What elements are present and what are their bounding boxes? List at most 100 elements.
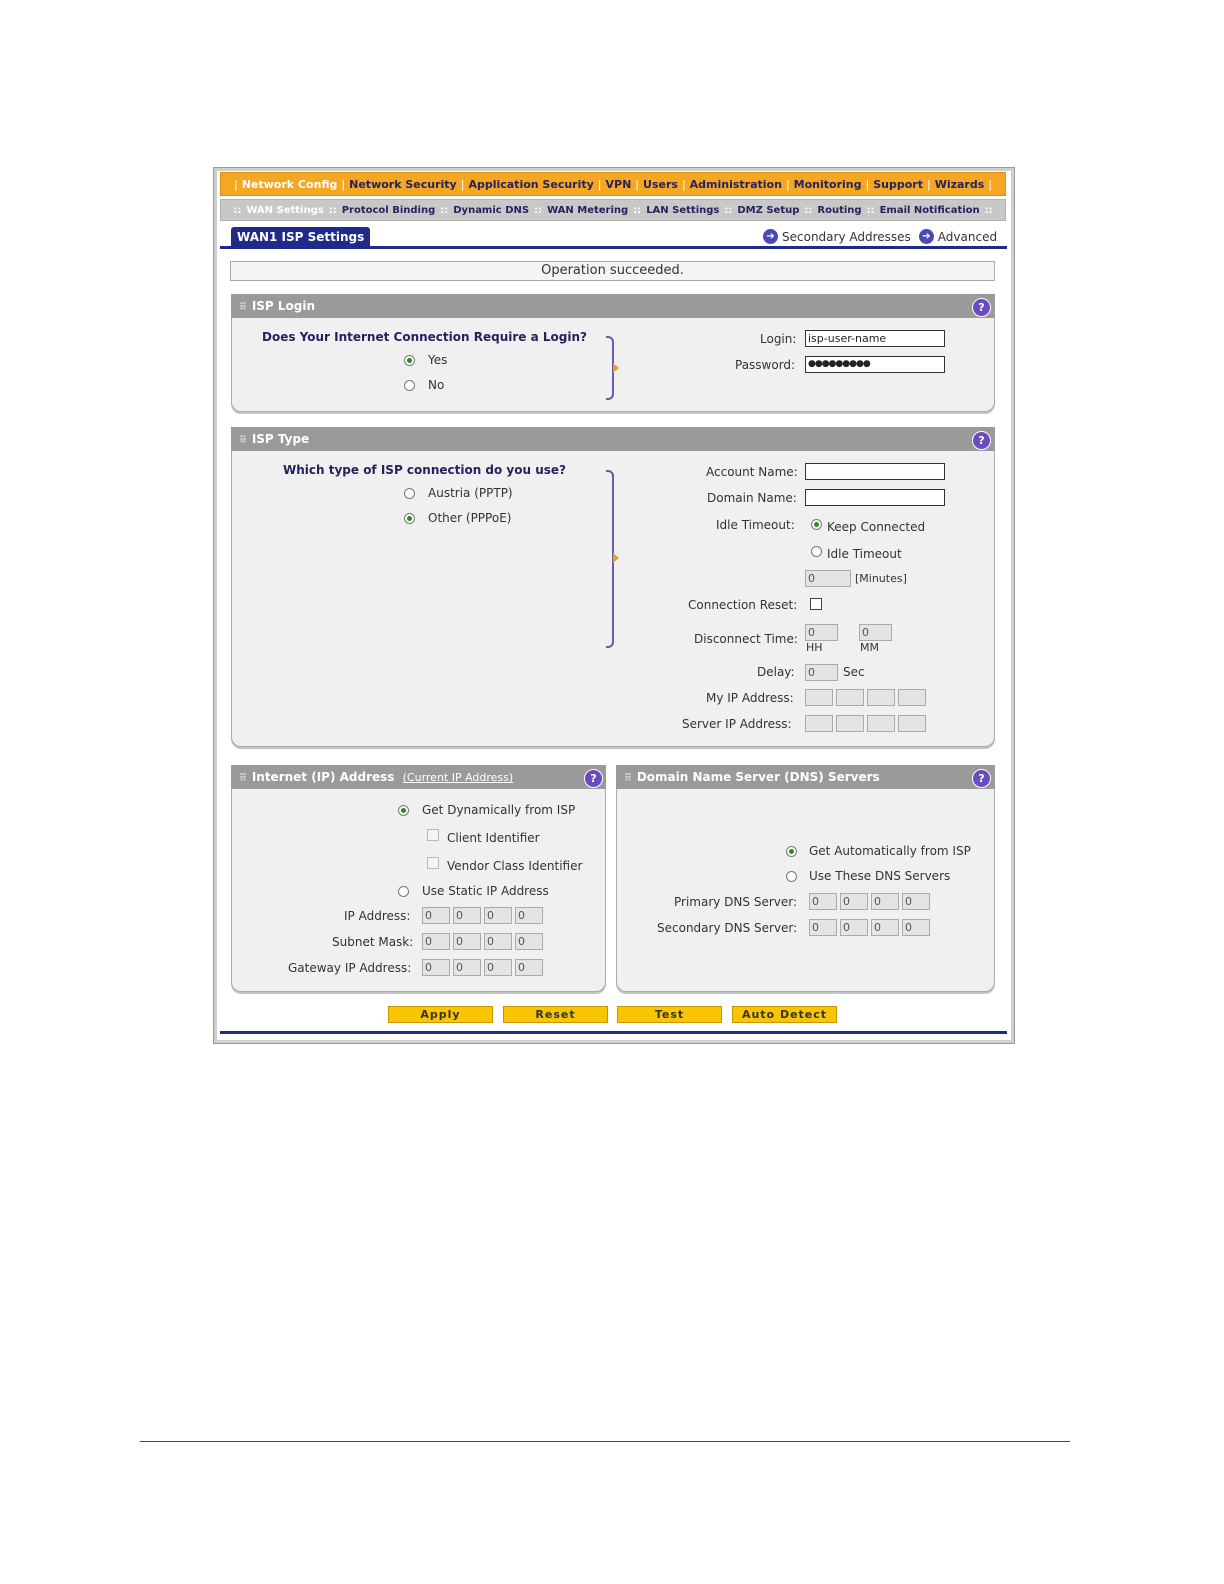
nav-application-security[interactable]: Application Security — [468, 178, 593, 191]
idle-timeout-radio[interactable] — [811, 546, 822, 557]
auto-detect-button[interactable]: Auto Detect — [732, 1006, 837, 1023]
status-message: Operation succeeded. — [230, 261, 995, 281]
secondary-dns-octet-1[interactable]: 0 — [809, 919, 837, 936]
idle-minutes-input[interactable]: 0 — [805, 570, 851, 587]
vendor-class-checkbox[interactable] — [427, 857, 439, 869]
my-ip-octet-2[interactable] — [836, 689, 864, 706]
login-yes-radio[interactable] — [404, 355, 415, 366]
subnav-email-notification[interactable]: Email Notification — [880, 205, 980, 216]
secondary-dns-octet-2[interactable]: 0 — [840, 919, 868, 936]
primary-dns-octet-4[interactable]: 0 — [902, 893, 930, 910]
nav-users[interactable]: Users — [643, 178, 678, 191]
subnet-octet-3[interactable]: 0 — [484, 933, 512, 950]
grip-icon: ⠿ — [239, 773, 247, 784]
tab-wan1-isp-settings[interactable]: WAN1 ISP Settings — [231, 227, 371, 248]
login-no-radio[interactable] — [404, 380, 415, 391]
my-ip-octet-1[interactable] — [805, 689, 833, 706]
tab-underline — [220, 246, 1007, 249]
grip-icon: ⠿ — [624, 773, 632, 784]
connection-reset-label: Connection Reset: — [688, 598, 798, 612]
subnav-protocol-binding[interactable]: Protocol Binding — [342, 205, 436, 216]
delay-input[interactable]: 0 — [805, 664, 838, 681]
help-icon[interactable]: ? — [972, 769, 991, 788]
subnet-octet-2[interactable]: 0 — [453, 933, 481, 950]
domain-name-input[interactable] — [805, 489, 945, 506]
my-ip-octet-4[interactable] — [898, 689, 926, 706]
subnav-dynamic-dns[interactable]: Dynamic DNS — [453, 205, 529, 216]
keep-connected-radio[interactable] — [811, 519, 822, 530]
gateway-octet-2[interactable]: 0 — [453, 959, 481, 976]
nav-network-security[interactable]: Network Security — [349, 178, 457, 191]
server-ip-octet-3[interactable] — [867, 715, 895, 732]
nav-monitoring[interactable]: Monitoring — [794, 178, 862, 191]
advanced-link[interactable]: Advanced — [938, 230, 997, 244]
minutes-unit: [Minutes] — [855, 572, 907, 585]
password-input[interactable]: ●●●●●●●●● — [805, 356, 945, 373]
subnav-lan-settings[interactable]: LAN Settings — [646, 205, 719, 216]
connection-reset-checkbox[interactable] — [810, 598, 822, 610]
subnav-routing[interactable]: Routing — [817, 205, 861, 216]
secondary-dns-octet-3[interactable]: 0 — [871, 919, 899, 936]
dns-manual-label: Use These DNS Servers — [809, 869, 951, 883]
dns-auto-label: Get Automatically from ISP — [809, 844, 971, 858]
dns-manual-radio[interactable] — [786, 871, 797, 882]
help-icon[interactable]: ? — [972, 298, 991, 317]
ip-address-label: IP Address: — [344, 909, 411, 923]
ip-octet-3[interactable]: 0 — [484, 907, 512, 924]
my-ip-octet-3[interactable] — [867, 689, 895, 706]
primary-dns-octet-1[interactable]: 0 — [809, 893, 837, 910]
secondary-dns-octet-4[interactable]: 0 — [902, 919, 930, 936]
isp-type-header: ⠿ ISP Type — [231, 427, 995, 451]
gateway-octet-3[interactable]: 0 — [484, 959, 512, 976]
arrow-right-icon — [613, 363, 619, 373]
subnav-wan-settings[interactable]: WAN Settings — [246, 205, 323, 216]
reset-button[interactable]: Reset — [503, 1006, 608, 1023]
nav-wizards[interactable]: Wizards — [935, 178, 985, 191]
isp-type-question: Which type of ISP connection do you use? — [283, 463, 567, 477]
nav-administration[interactable]: Administration — [690, 178, 782, 191]
keep-connected-label: Keep Connected — [827, 520, 926, 534]
current-ip-link[interactable]: (Current IP Address) — [403, 771, 514, 784]
nav-network-config[interactable]: Network Config — [242, 178, 338, 191]
subnet-octet-4[interactable]: 0 — [515, 933, 543, 950]
austria-pptp-radio[interactable] — [404, 488, 415, 499]
server-ip-octet-1[interactable] — [805, 715, 833, 732]
subnav-wan-metering[interactable]: WAN Metering — [547, 205, 628, 216]
dns-title: Domain Name Server (DNS) Servers — [636, 770, 880, 784]
apply-button[interactable]: Apply — [388, 1006, 493, 1023]
disconnect-hh-input[interactable]: 0 — [805, 624, 838, 641]
ip-octet-2[interactable]: 0 — [453, 907, 481, 924]
sub-nav: :: WAN Settings:: Protocol Binding:: Dyn… — [220, 199, 1006, 221]
gateway-octet-1[interactable]: 0 — [422, 959, 450, 976]
other-pppoe-radio[interactable] — [404, 513, 415, 524]
server-ip-octet-2[interactable] — [836, 715, 864, 732]
login-yes-label: Yes — [428, 353, 448, 367]
test-button[interactable]: Test — [617, 1006, 722, 1023]
ip-octet-1[interactable]: 0 — [422, 907, 450, 924]
subnet-octet-1[interactable]: 0 — [422, 933, 450, 950]
dns-auto-radio[interactable] — [786, 846, 797, 857]
arrow-right-icon: ➔ — [918, 229, 934, 244]
ip-octet-4[interactable]: 0 — [515, 907, 543, 924]
login-input[interactable]: isp-user-name — [805, 330, 945, 347]
domain-name-label: Domain Name: — [707, 491, 797, 505]
secondary-addresses-link[interactable]: Secondary Addresses — [782, 230, 911, 244]
server-ip-label: Server IP Address: — [682, 717, 792, 731]
static-ip-radio[interactable] — [398, 886, 409, 897]
secondary-dns-label: Secondary DNS Server: — [657, 921, 798, 935]
account-name-input[interactable] — [805, 463, 945, 480]
nav-vpn[interactable]: VPN — [606, 178, 632, 191]
dynamic-ip-radio[interactable] — [398, 805, 409, 816]
password-label: Password: — [735, 358, 796, 372]
page-footer-rule — [140, 1441, 1070, 1442]
client-identifier-checkbox[interactable] — [427, 829, 439, 841]
help-icon[interactable]: ? — [584, 769, 603, 788]
server-ip-octet-4[interactable] — [898, 715, 926, 732]
disconnect-mm-input[interactable]: 0 — [859, 624, 892, 641]
primary-dns-octet-2[interactable]: 0 — [840, 893, 868, 910]
primary-dns-octet-3[interactable]: 0 — [871, 893, 899, 910]
help-icon[interactable]: ? — [972, 431, 991, 450]
subnav-dmz-setup[interactable]: DMZ Setup — [737, 205, 799, 216]
nav-support[interactable]: Support — [873, 178, 923, 191]
gateway-octet-4[interactable]: 0 — [515, 959, 543, 976]
